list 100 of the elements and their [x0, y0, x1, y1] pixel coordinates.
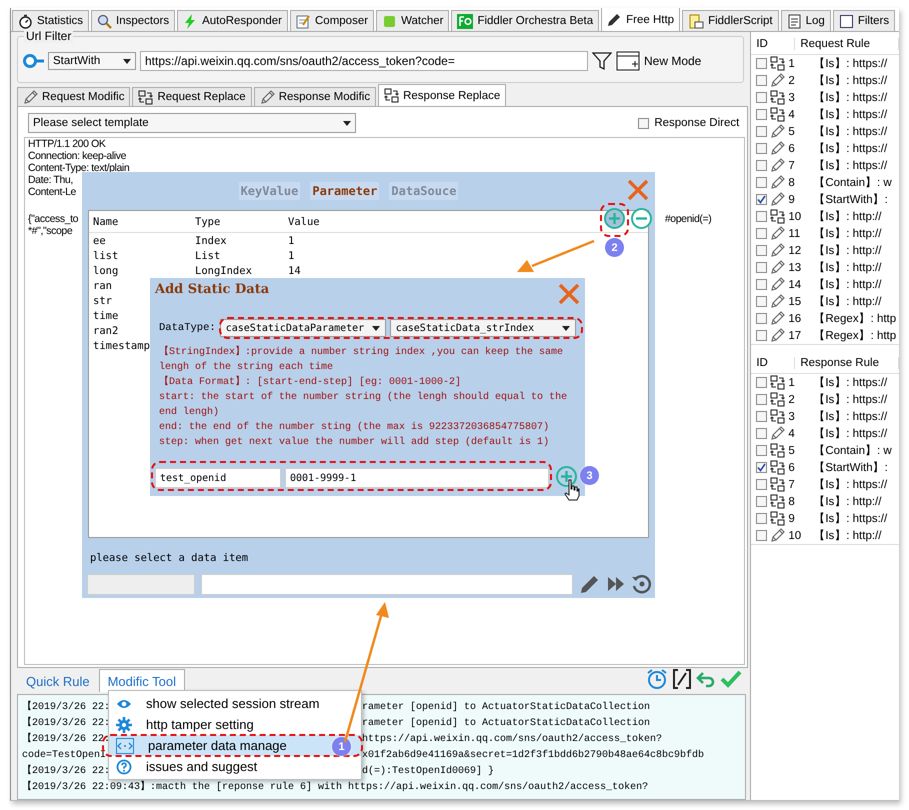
- rule-row[interactable]: 10 【Is】: http://: [751, 208, 899, 225]
- rule-row[interactable]: 9 【Is】: https://: [751, 510, 899, 527]
- close-icon[interactable]: [627, 179, 649, 201]
- checkbox[interactable]: [756, 513, 768, 524]
- filter-icon[interactable]: [592, 51, 612, 71]
- rule-row[interactable]: 17 【Regex】: http: [751, 327, 899, 344]
- rule-row[interactable]: 2 【Is】: https://: [751, 72, 899, 89]
- rule-row[interactable]: 8 【Contain】: w: [751, 174, 899, 191]
- checkbox[interactable]: [756, 177, 768, 188]
- match-mode-select[interactable]: StartWith: [48, 52, 136, 70]
- rule-row[interactable]: 3 【Is】: https://: [751, 89, 899, 106]
- rule-row[interactable]: 4 【Is】: https://: [751, 425, 899, 442]
- data-type-select[interactable]: caseStaticData_strIndex: [390, 319, 576, 337]
- rule-row[interactable]: 12 【Is】: http://: [751, 242, 899, 259]
- tab[interactable]: AutoResponder: [177, 10, 288, 31]
- tab[interactable]: Modific Tool: [98, 669, 185, 692]
- checkbox[interactable]: [756, 126, 768, 137]
- tab[interactable]: Inspectors: [91, 10, 176, 31]
- checkbox[interactable]: [756, 92, 768, 103]
- log-text: 【2019/3/26 22:09:43】:macth the [reponse rule 6] with https://api.weixin.qq.com/sns/oauth2/access_token?: [22, 780, 648, 795]
- rule-row[interactable]: 6 【StartWith】:: [751, 459, 899, 476]
- new-mode-button[interactable]: New Mode: [616, 51, 702, 71]
- rule-row[interactable]: 1 【Is】: https://: [751, 374, 899, 391]
- rule-row[interactable]: 14 【Is】: http://: [751, 276, 899, 293]
- rule-row[interactable]: 5 【Is】: https://: [751, 123, 899, 140]
- rule-row[interactable]: 11 【Is】: http://: [751, 225, 899, 242]
- checkbox[interactable]: [756, 211, 768, 222]
- data-type-select[interactable]: caseStaticDataParameter: [220, 319, 386, 337]
- checkbox[interactable]: [756, 296, 768, 307]
- close-icon[interactable]: [558, 283, 580, 305]
- menu-item[interactable]: http tamper setting: [109, 714, 361, 735]
- response-line: #openid(=): [664, 213, 712, 225]
- checkbox[interactable]: [756, 330, 768, 341]
- rule-id: 6: [788, 462, 796, 474]
- form-icon: [296, 14, 311, 28]
- checkbox[interactable]: [756, 479, 768, 490]
- script-icon: [688, 14, 704, 28]
- checkbox[interactable]: [756, 160, 768, 171]
- tab[interactable]: Statistics: [12, 10, 90, 31]
- menu-item[interactable]: show selected session stream: [109, 693, 361, 714]
- url-input[interactable]: https://api.weixin.qq.com/sns/oauth2/access_token?code=: [140, 51, 588, 71]
- rule-row[interactable]: 16 【Regex】: http: [751, 310, 899, 327]
- tab[interactable]: Parameter: [310, 182, 380, 200]
- tab[interactable]: Watcher: [376, 10, 450, 31]
- rule-row[interactable]: 3 【Is】: https://: [751, 408, 899, 425]
- tab[interactable]: Composer: [290, 10, 374, 31]
- checkbox[interactable]: [756, 313, 768, 324]
- tab[interactable]: Free Http: [601, 8, 680, 31]
- checkbox[interactable]: [756, 143, 768, 154]
- tab[interactable]: Request Modific: [17, 87, 130, 106]
- rule-row[interactable]: 4 【Is】: https://: [751, 106, 899, 123]
- tab[interactable]: Response Modific: [254, 87, 376, 106]
- checkbox[interactable]: [756, 228, 768, 239]
- rule-row[interactable]: 6 【Is】: https://: [751, 140, 899, 157]
- input-field[interactable]: [87, 574, 195, 594]
- checkbox[interactable]: [756, 58, 768, 69]
- fast-forward-icon[interactable]: [607, 575, 625, 593]
- name-field[interactable]: test_openid: [155, 468, 281, 488]
- checkbox[interactable]: [756, 377, 768, 388]
- rule-row[interactable]: 7 【Is】: https://: [751, 476, 899, 493]
- rule-row[interactable]: 9 【StartWith】:: [751, 191, 899, 208]
- template-select[interactable]: Please select template: [28, 113, 356, 133]
- rule-row[interactable]: 7 【Is】: https://: [751, 157, 899, 174]
- tab[interactable]: Fiddler Orchestra Beta: [451, 10, 600, 31]
- input-field[interactable]: [201, 574, 573, 594]
- checkbox[interactable]: [756, 411, 768, 422]
- format-field[interactable]: 0001-9999-1: [285, 468, 549, 488]
- checkbox[interactable]: [756, 109, 768, 120]
- checkbox[interactable]: [756, 530, 768, 541]
- pencil-icon[interactable]: [579, 573, 601, 595]
- checkbox[interactable]: [756, 279, 768, 290]
- rule-row[interactable]: 1 【Is】: https://: [751, 55, 899, 72]
- rule-row[interactable]: 13 【Is】: http://: [751, 259, 899, 276]
- rule-row[interactable]: 5 【Contain】: w: [751, 442, 899, 459]
- rule-row[interactable]: 2 【Is】: https://: [751, 391, 899, 408]
- tab[interactable]: Quick Rule: [17, 669, 99, 692]
- menu-item[interactable]: issues and suggest: [109, 756, 361, 777]
- toggle-icon[interactable]: [22, 53, 44, 69]
- checkbox[interactable]: [756, 445, 768, 456]
- reset-icon[interactable]: [631, 574, 651, 594]
- rule-row[interactable]: 15 【Is】: http://: [751, 293, 899, 310]
- tab[interactable]: FiddlerScript: [682, 10, 779, 31]
- checkbox[interactable]: [756, 394, 768, 405]
- edit-icon[interactable]: [672, 668, 692, 690]
- tab[interactable]: Log: [780, 10, 831, 31]
- checkbox[interactable]: [756, 75, 768, 86]
- check-icon[interactable]: [720, 669, 742, 689]
- rule-row[interactable]: 8 【Is】: http://: [751, 493, 899, 510]
- checkbox[interactable]: [638, 118, 650, 128]
- checkbox[interactable]: [756, 262, 768, 273]
- tab[interactable]: Request Replace: [132, 87, 252, 106]
- checkbox[interactable]: [756, 428, 768, 439]
- tab[interactable]: Filters: [832, 10, 896, 31]
- checkbox[interactable]: [756, 245, 768, 256]
- checkbox[interactable]: [756, 496, 768, 507]
- checkbox[interactable]: [756, 194, 768, 205]
- rule-row[interactable]: 10 【Is】: http://: [751, 527, 899, 544]
- tab[interactable]: Response Replace: [378, 84, 506, 106]
- checkbox[interactable]: [756, 462, 768, 473]
- remove-button[interactable]: [631, 208, 652, 229]
